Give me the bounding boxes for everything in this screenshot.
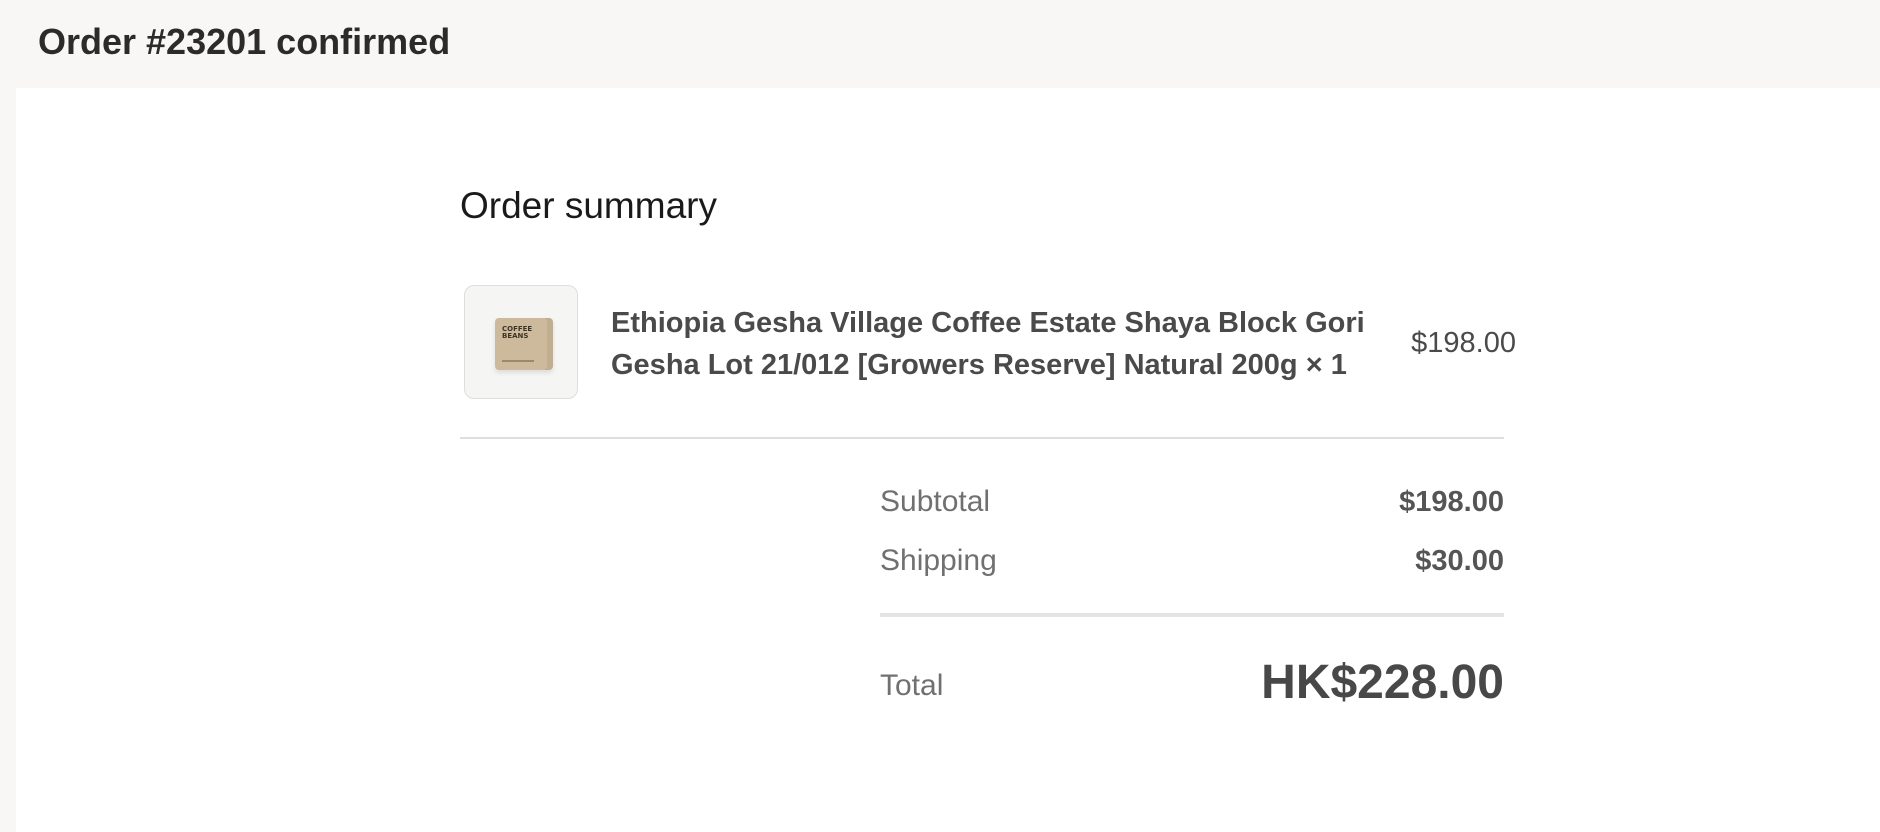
product-thumbnail: COFFEE BEANS xyxy=(464,285,578,399)
total-value: HK$228.00 xyxy=(1261,656,1504,709)
order-content-panel: Order summary COFFEE BEANS Ethiopia Gesh… xyxy=(16,88,1880,832)
shipping-label: Shipping xyxy=(880,544,997,577)
order-summary: Order summary COFFEE BEANS Ethiopia Gesh… xyxy=(460,184,1520,709)
order-title: Order #23201 confirmed xyxy=(38,21,451,62)
coffee-bag-icon: COFFEE BEANS xyxy=(495,318,553,370)
total-row: Total HK$228.00 xyxy=(880,652,1504,718)
order-totals: Subtotal $198.00 Shipping $30.00 Total H… xyxy=(880,476,1504,709)
shipping-value: $30.00 xyxy=(1415,545,1504,577)
bag-label-line xyxy=(502,360,534,362)
product-name: Ethiopia Gesha Village Coffee Estate Sha… xyxy=(611,307,1365,381)
order-line-item: COFFEE BEANS Ethiopia Gesha Village Coff… xyxy=(460,285,1520,401)
shipping-row: Shipping $30.00 xyxy=(880,535,1504,594)
coffee-bag-label: COFFEE BEANS xyxy=(502,325,533,340)
summary-divider xyxy=(460,437,1504,439)
subtotal-value: $198.00 xyxy=(1399,486,1504,518)
product-price: $198.00 xyxy=(1411,327,1516,359)
order-confirmation-page: Order #23201 confirmed Order summary COF… xyxy=(0,0,1880,832)
subtotal-row: Subtotal $198.00 xyxy=(880,476,1504,535)
totals-divider xyxy=(880,613,1504,617)
order-summary-heading: Order summary xyxy=(460,185,717,226)
total-label: Total xyxy=(880,669,944,702)
subtotal-label: Subtotal xyxy=(880,485,991,518)
order-header: Order #23201 confirmed xyxy=(0,0,1880,88)
